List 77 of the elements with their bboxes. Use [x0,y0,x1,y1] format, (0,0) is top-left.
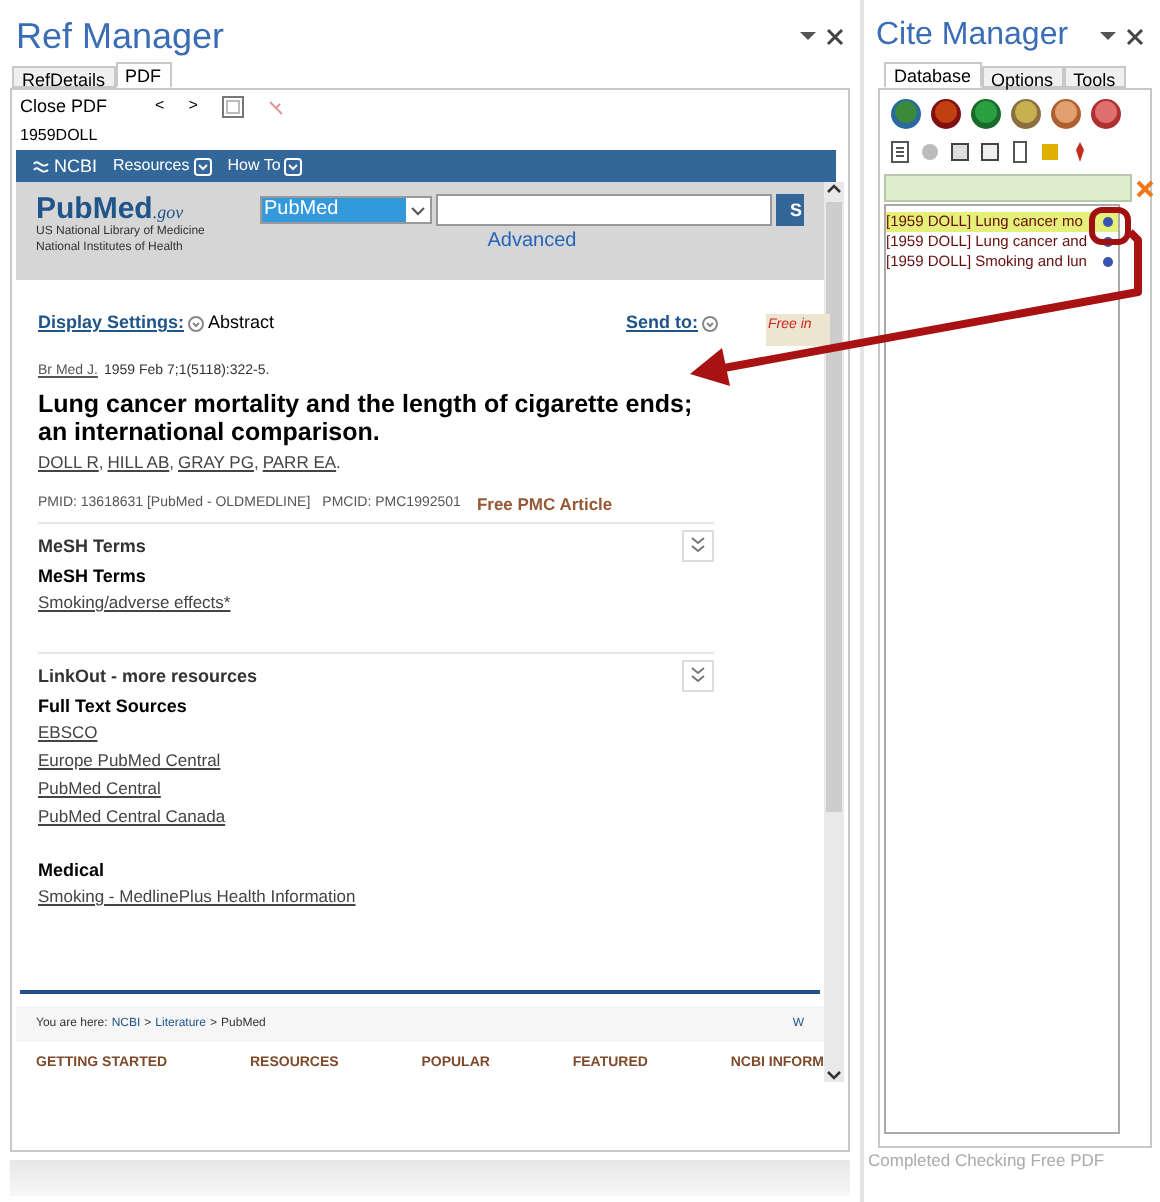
scrollbar[interactable] [824,182,844,1082]
logo-suffix: .gov [152,204,184,222]
author-link[interactable]: PARR EA [262,454,337,471]
close-pdf-button[interactable]: Close PDF [20,97,108,115]
search-field[interactable] [436,194,772,226]
status-dot-icon[interactable] [1102,256,1114,268]
advanced-link[interactable]: Advanced [487,232,577,252]
resource-link[interactable]: PubMed Central [38,774,161,802]
resource-link[interactable]: Smoking - MedlinePlus Health Information [38,882,356,910]
display-settings-link[interactable]: Display Settings: [38,314,185,332]
toolbar-icon[interactable] [950,140,970,164]
group-heading: MeSH Terms [38,564,148,588]
section-heading: MeSH Terms [38,537,146,555]
punctuation: , [253,454,259,471]
toolbar-icon[interactable] [890,140,910,164]
resource-link[interactable]: PubMed Central Canada [38,802,226,830]
collapse-button[interactable] [682,530,714,562]
record-id: 1959DOLL [18,124,100,148]
selected-database: PubMed [262,198,406,222]
menu-button[interactable]: How To [227,157,303,175]
pubmed-logo: PubMed [36,194,153,224]
group-heading: Full Text Sources [38,694,189,718]
author-link[interactable]: GRAY PG [178,454,254,471]
toolbar-icon[interactable] [1050,98,1082,130]
status-dot-icon[interactable] [1102,236,1114,248]
tab[interactable]: Tools [1063,66,1126,88]
toolbar-icon[interactable] [1010,98,1042,130]
display-format: Abstract [208,314,275,332]
toolbar-icon[interactable] [970,98,1002,130]
menu-button[interactable]: Resources [113,157,212,175]
resource-link[interactable]: EBSCO [38,718,98,746]
collapse-button[interactable] [682,660,714,692]
send-to-link[interactable]: Send to: [626,314,698,332]
next-button[interactable]: > [188,98,198,114]
toolbar-icon[interactable] [1070,140,1090,164]
toolbar-icon[interactable] [1010,140,1030,164]
group-heading: Medical [38,858,107,882]
article-title: Lung cancer mortality and the length of cigarette ends; an international comparison. [38,390,695,446]
close-icon[interactable] [1126,27,1144,45]
dropdown-icon[interactable] [800,32,816,40]
scrollbar-thumb[interactable] [826,202,842,812]
status-text: Completed Checking Free PDF [868,1152,1107,1169]
toolbar-icon[interactable] [1090,98,1122,130]
filter-field[interactable] [884,174,1132,202]
previous-button[interactable]: < [155,98,165,114]
author-link[interactable]: HILL AB [107,454,170,471]
punctuation: . [336,454,341,471]
resource-link[interactable]: Smoking/adverse effects* [38,588,231,616]
author-link[interactable]: DOLL R [38,454,99,471]
punctuation: , [169,454,175,471]
clear-icon[interactable] [1136,179,1154,197]
page-icon[interactable] [221,95,244,117]
tab[interactable]: Options [981,66,1064,88]
highlight-ring [1089,207,1131,245]
status-dot-icon[interactable] [1102,216,1114,228]
punctuation: , [98,454,104,471]
section-heading: LinkOut - more resources [38,667,258,685]
dropdown-icon[interactable] [1100,32,1116,40]
tab[interactable]: Database [884,62,982,88]
close-icon[interactable] [826,27,844,45]
tab[interactable]: PDF [115,62,172,88]
resource-link[interactable]: Europe PubMed Central [38,746,221,774]
search-button[interactable]: S [776,194,804,226]
free-pmc-article-link[interactable]: Free PMC Article [476,495,613,512]
toolbar-icon[interactable] [890,98,922,130]
tab[interactable]: RefDetails [12,66,116,88]
toolbar-icon[interactable] [930,98,962,130]
panel-title: Cite Manager [876,20,1069,52]
caret-icon[interactable] [702,315,718,331]
helix-icon[interactable] [32,157,50,175]
scroll-down-icon[interactable] [826,1068,842,1082]
caret-icon[interactable] [410,205,426,215]
ncbi-brand: NCBI [54,157,98,175]
toolbar-icon[interactable] [980,140,1000,164]
scroll-up-icon[interactable] [826,182,842,196]
panel-title: Ref Manager [16,18,225,54]
caret-icon[interactable] [188,315,205,331]
